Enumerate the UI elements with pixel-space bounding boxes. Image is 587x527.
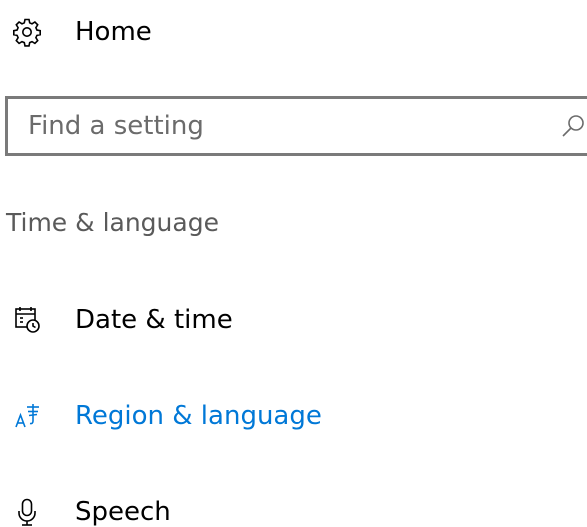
microphone-icon (10, 495, 44, 527)
language-icon (10, 399, 44, 433)
sidebar-item-label: Speech (75, 497, 171, 527)
gear-icon (10, 15, 44, 49)
home-label: Home (75, 17, 152, 47)
search-input[interactable] (28, 99, 528, 153)
search-box[interactable] (5, 96, 587, 156)
search-icon[interactable] (558, 111, 587, 141)
sidebar-item-date-time[interactable]: Date & time (0, 296, 587, 344)
calendar-clock-icon (10, 303, 44, 337)
sidebar-item-region-language[interactable]: Region & language (0, 392, 587, 440)
sidebar-item-label: Date & time (75, 305, 233, 335)
sidebar-item-label: Region & language (75, 401, 322, 431)
home-nav-item[interactable]: Home (0, 8, 587, 56)
section-title: Time & language (6, 208, 219, 237)
sidebar-item-speech[interactable]: Speech (0, 488, 587, 527)
